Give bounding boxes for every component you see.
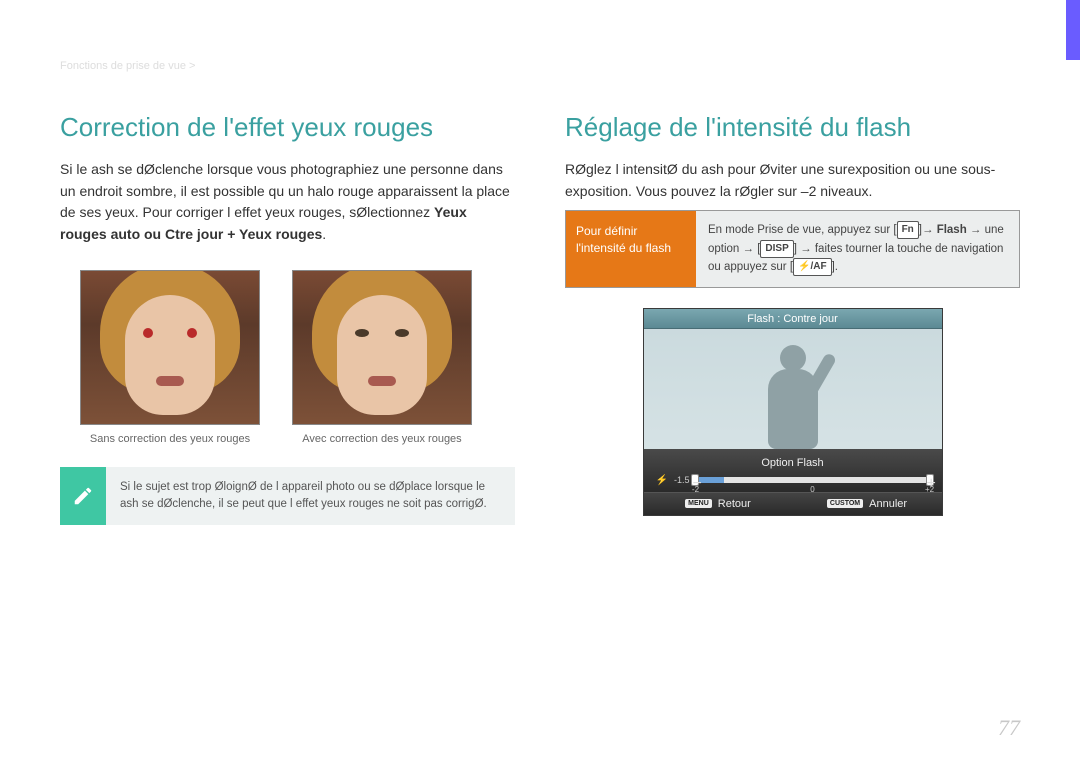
page-number: 77 [998, 715, 1020, 741]
section-title-redeye: Correction de l'effet yeux rouges [60, 112, 515, 143]
section-tab [1066, 0, 1080, 60]
photo-comparison: Sans correction des yeux rouges Avec cor… [80, 270, 515, 445]
custom-cancel-button[interactable]: CUSTOM Annuler [793, 493, 942, 515]
camera-preview [644, 329, 942, 449]
portrait-with-correction [292, 270, 472, 425]
camera-option-panel: Option Flash ⚡ -1.5 − + -2 0 +2 [644, 449, 942, 492]
tick-mid: 0 [810, 485, 814, 494]
camera-footer: MENU Retour CUSTOM Annuler [644, 492, 942, 515]
instruction-label: Pour définir l'intensité du flash [566, 211, 696, 286]
flash-value: -1.5 [674, 475, 690, 485]
flash-slider[interactable]: ⚡ -1.5 − + -2 0 +2 [656, 475, 930, 486]
fn-key: Fn [897, 221, 919, 239]
slider-track[interactable]: − + -2 0 +2 [695, 477, 929, 483]
breadcrumb: Fonctions de prise de vue > [60, 60, 1020, 72]
portrait-without-correction [80, 270, 260, 425]
redeye-paragraph: Si le ash se dØclenche lorsque vous phot… [60, 159, 515, 246]
caption-with: Avec correction des yeux rouges [292, 433, 472, 445]
af-key: ⚡/AF [793, 258, 832, 276]
instruction-box: Pour définir l'intensité du flash En mod… [565, 210, 1020, 287]
note-text: Si le sujet est trop ØloignØ de l appare… [106, 467, 515, 526]
tick-low: -2 [692, 485, 699, 494]
note-box: Si le sujet est trop ØloignØ de l appare… [60, 467, 515, 526]
flash-icon: ⚡ [656, 475, 668, 486]
menu-key-icon: MENU [685, 499, 712, 508]
camera-screen: Flash : Contre jour Option Flash ⚡ -1.5 … [643, 308, 943, 516]
camera-mode-title: Flash : Contre jour [644, 309, 942, 329]
flash-paragraph: RØglez l intensitØ du ash pour Øviter un… [565, 159, 1020, 202]
right-column: Réglage de l'intensité du flash RØglez l… [565, 112, 1020, 525]
caption-without: Sans correction des yeux rouges [80, 433, 260, 445]
instruction-steps: En mode Prise de vue, appuyez sur [Fn]→ … [696, 211, 1019, 286]
custom-key-icon: CUSTOM [827, 499, 863, 508]
section-title-flash: Réglage de l'intensité du flash [565, 112, 1020, 143]
option-flash-label: Option Flash [656, 457, 930, 469]
photo-after: Avec correction des yeux rouges [292, 270, 472, 445]
left-column: Correction de l'effet yeux rouges Si le … [60, 112, 515, 525]
disp-key: DISP [760, 240, 793, 258]
photo-before: Sans correction des yeux rouges [80, 270, 260, 445]
tick-high: +2 [925, 485, 934, 494]
menu-return-button[interactable]: MENU Retour [644, 493, 793, 515]
pen-icon [60, 467, 106, 526]
